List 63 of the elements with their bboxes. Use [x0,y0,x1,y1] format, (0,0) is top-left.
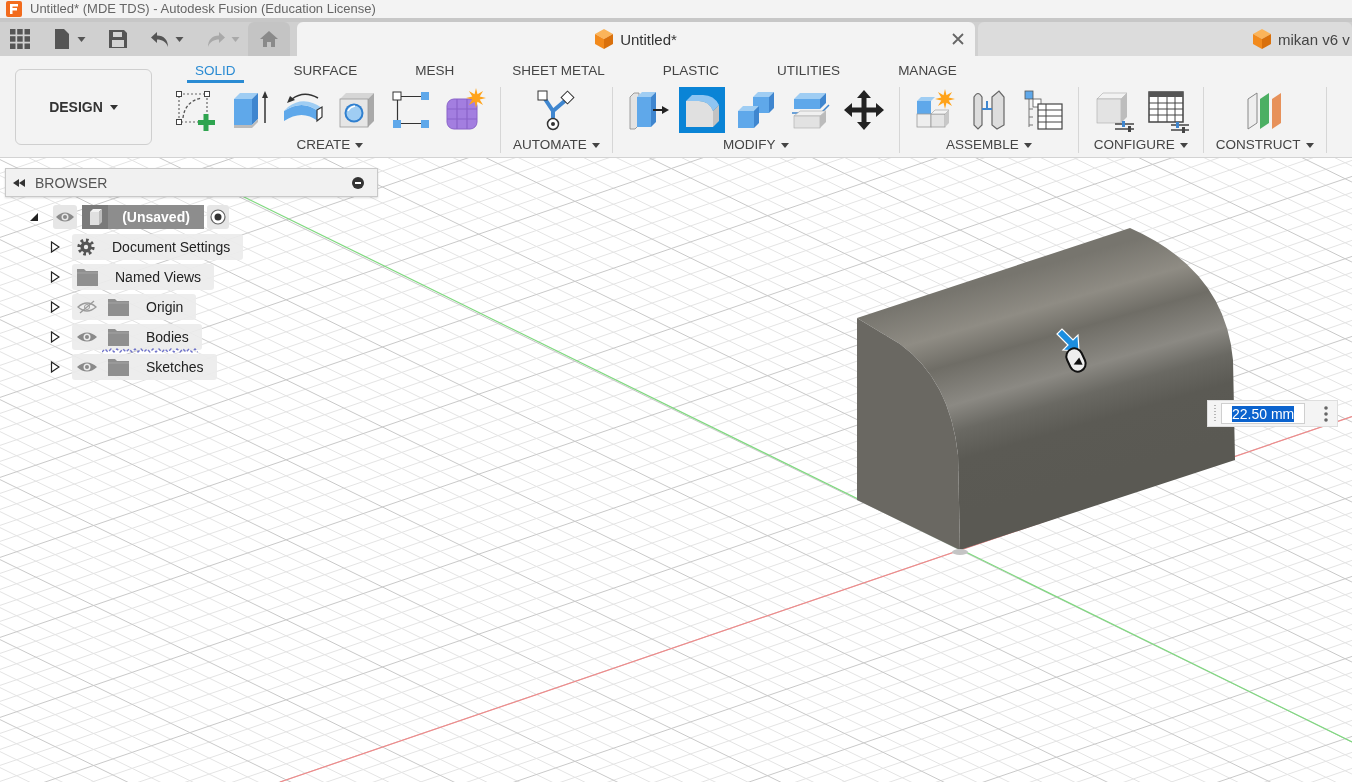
expander-icon[interactable] [50,271,60,283]
cursor-icon [1056,328,1090,376]
tool-group-menu[interactable]: CONSTRUCT [1215,137,1314,153]
expander-icon[interactable] [50,241,60,253]
tool-group-menu[interactable]: CONFIGURE [1093,137,1188,153]
toolbar-tab[interactable]: PLASTIC [654,61,728,83]
expander-icon[interactable] [50,331,60,343]
folder-icon [108,298,129,316]
3d-viewport[interactable]: BROWSER (Unsaved) Document Settings Named Views Origin Bodies Sketches 22.50 mm [0,158,1352,782]
cube-icon [1253,29,1271,49]
folder-icon [77,268,98,286]
toolbar-tab[interactable]: SHEET METAL [504,61,613,83]
eye-icon[interactable] [77,330,97,344]
expander-icon[interactable] [50,301,60,313]
expander-icon[interactable] [50,361,60,373]
dimension-input[interactable]: 22.50 mm [1221,403,1305,424]
component-cube-icon [82,205,108,229]
caret-icon[interactable] [780,142,789,148]
caret-icon[interactable] [355,142,364,148]
document-tab[interactable]: Untitled* [297,22,975,56]
fillet-icon[interactable] [678,87,725,133]
toolbar-tab[interactable]: MANAGE [890,61,965,83]
folder-icon [108,328,129,346]
caret-icon[interactable] [77,36,86,42]
toolbar-tab[interactable]: MESH [407,61,463,83]
tree-item[interactable]: Origin [72,294,197,320]
radio-icon[interactable] [207,205,229,229]
tool-group-menu[interactable]: CREATE [296,137,364,153]
caret-icon[interactable] [591,142,600,148]
workspace-menu-button[interactable]: DESIGN [15,69,152,145]
eye-icon[interactable] [53,205,77,229]
double-triangle-icon[interactable] [13,178,25,187]
caret-icon[interactable] [1305,142,1314,148]
tree-item[interactable]: Document Settings [72,234,244,260]
tool-group-menu[interactable]: ASSEMBLE [945,137,1032,153]
tree-item[interactable]: Sketches [72,354,217,380]
caret-icon[interactable] [109,104,118,110]
tool-group-menu[interactable]: AUTOMATE [513,137,600,153]
apps-grid-icon[interactable] [10,29,30,49]
tree-item[interactable]: Named Views [72,264,215,290]
undo-icon[interactable] [150,29,170,49]
document-tab[interactable]: mikan v6 v [978,22,1352,56]
gear-icon [77,238,95,256]
toolbar-tab[interactable]: SURFACE [285,61,366,83]
file-icon[interactable] [52,29,72,49]
toolbar-tab[interactable]: UTILITIES [769,61,849,83]
expander-icon[interactable] [28,212,38,222]
caret-icon[interactable] [1023,142,1032,148]
grip-icon[interactable] [1213,404,1217,423]
close-icon[interactable] [952,33,964,45]
origin-point-icon [952,549,968,555]
tree-item[interactable]: Bodies [72,324,202,350]
minus-circle-icon[interactable] [352,176,364,189]
eye-icon[interactable] [77,360,97,374]
browser-title: BROWSER [35,174,108,191]
more-icon[interactable] [1324,405,1328,422]
save-icon[interactable] [108,29,128,49]
caret-icon[interactable] [1179,142,1188,148]
cube-icon [595,29,614,49]
window-title: Untitled* (MDE TDS) - Autodesk Fusion (Education License) [30,0,376,18]
folder-icon [108,358,129,376]
tool-group-menu[interactable]: MODIFY [723,137,789,153]
caret-icon[interactable] [175,36,184,42]
